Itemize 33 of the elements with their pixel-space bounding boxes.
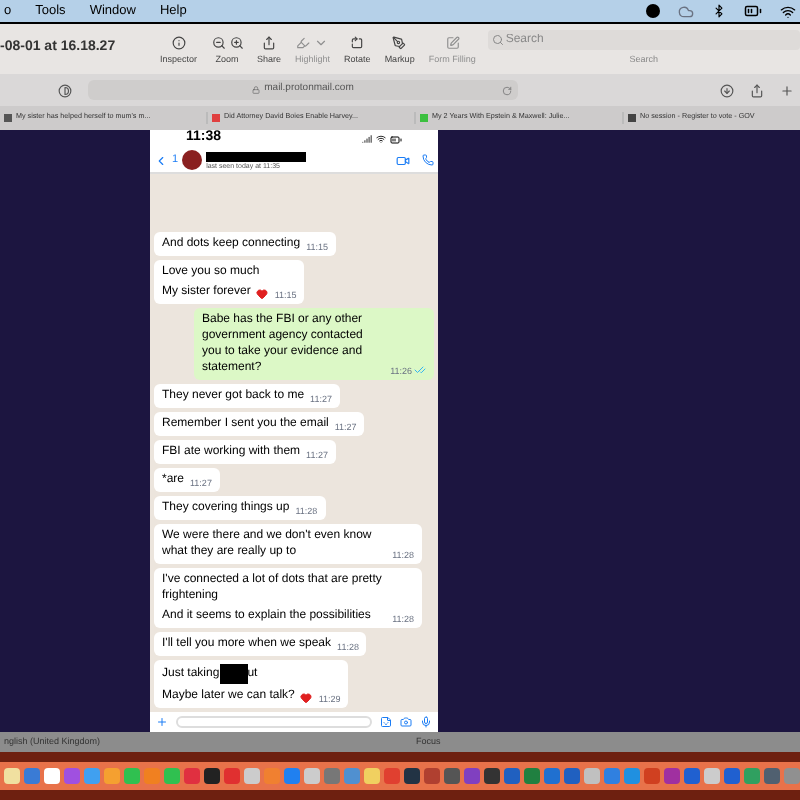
microphone-icon[interactable] bbox=[420, 716, 432, 728]
share-icon bbox=[262, 35, 277, 49]
bluetooth-icon[interactable] bbox=[712, 4, 726, 18]
message-input[interactable] bbox=[176, 716, 372, 728]
lock-icon bbox=[252, 86, 261, 94]
battery-icon[interactable] bbox=[744, 2, 762, 20]
plus-icon[interactable] bbox=[156, 716, 168, 728]
info-icon bbox=[171, 35, 186, 49]
share-icon[interactable] bbox=[750, 83, 764, 97]
zoom-in-icon bbox=[229, 35, 244, 49]
avatar-icon[interactable] bbox=[646, 4, 660, 18]
wifi-icon bbox=[376, 133, 386, 143]
back-icon[interactable] bbox=[154, 153, 168, 167]
contrast-icon[interactable] bbox=[58, 83, 72, 97]
signal-icon bbox=[362, 133, 372, 143]
camera-icon[interactable] bbox=[400, 716, 412, 728]
pen-square-icon bbox=[445, 35, 460, 49]
battery-icon bbox=[390, 133, 402, 145]
redaction-bar bbox=[206, 151, 307, 161]
wifi-icon[interactable] bbox=[780, 3, 796, 19]
highlighter-icon bbox=[296, 35, 311, 49]
cloud-icon[interactable] bbox=[678, 3, 694, 19]
zoom-out-icon bbox=[211, 35, 226, 49]
download-icon[interactable] bbox=[720, 83, 734, 97]
video-call-icon[interactable] bbox=[396, 153, 410, 167]
phone-call-icon[interactable] bbox=[422, 153, 434, 165]
reload-icon[interactable] bbox=[502, 85, 512, 95]
search-icon bbox=[491, 34, 504, 47]
chevron-down-icon bbox=[314, 35, 329, 49]
new-tab-icon[interactable] bbox=[780, 83, 794, 97]
rotate-square-icon bbox=[350, 35, 365, 49]
pen-icon bbox=[392, 35, 407, 49]
sticker-icon[interactable] bbox=[380, 716, 392, 728]
